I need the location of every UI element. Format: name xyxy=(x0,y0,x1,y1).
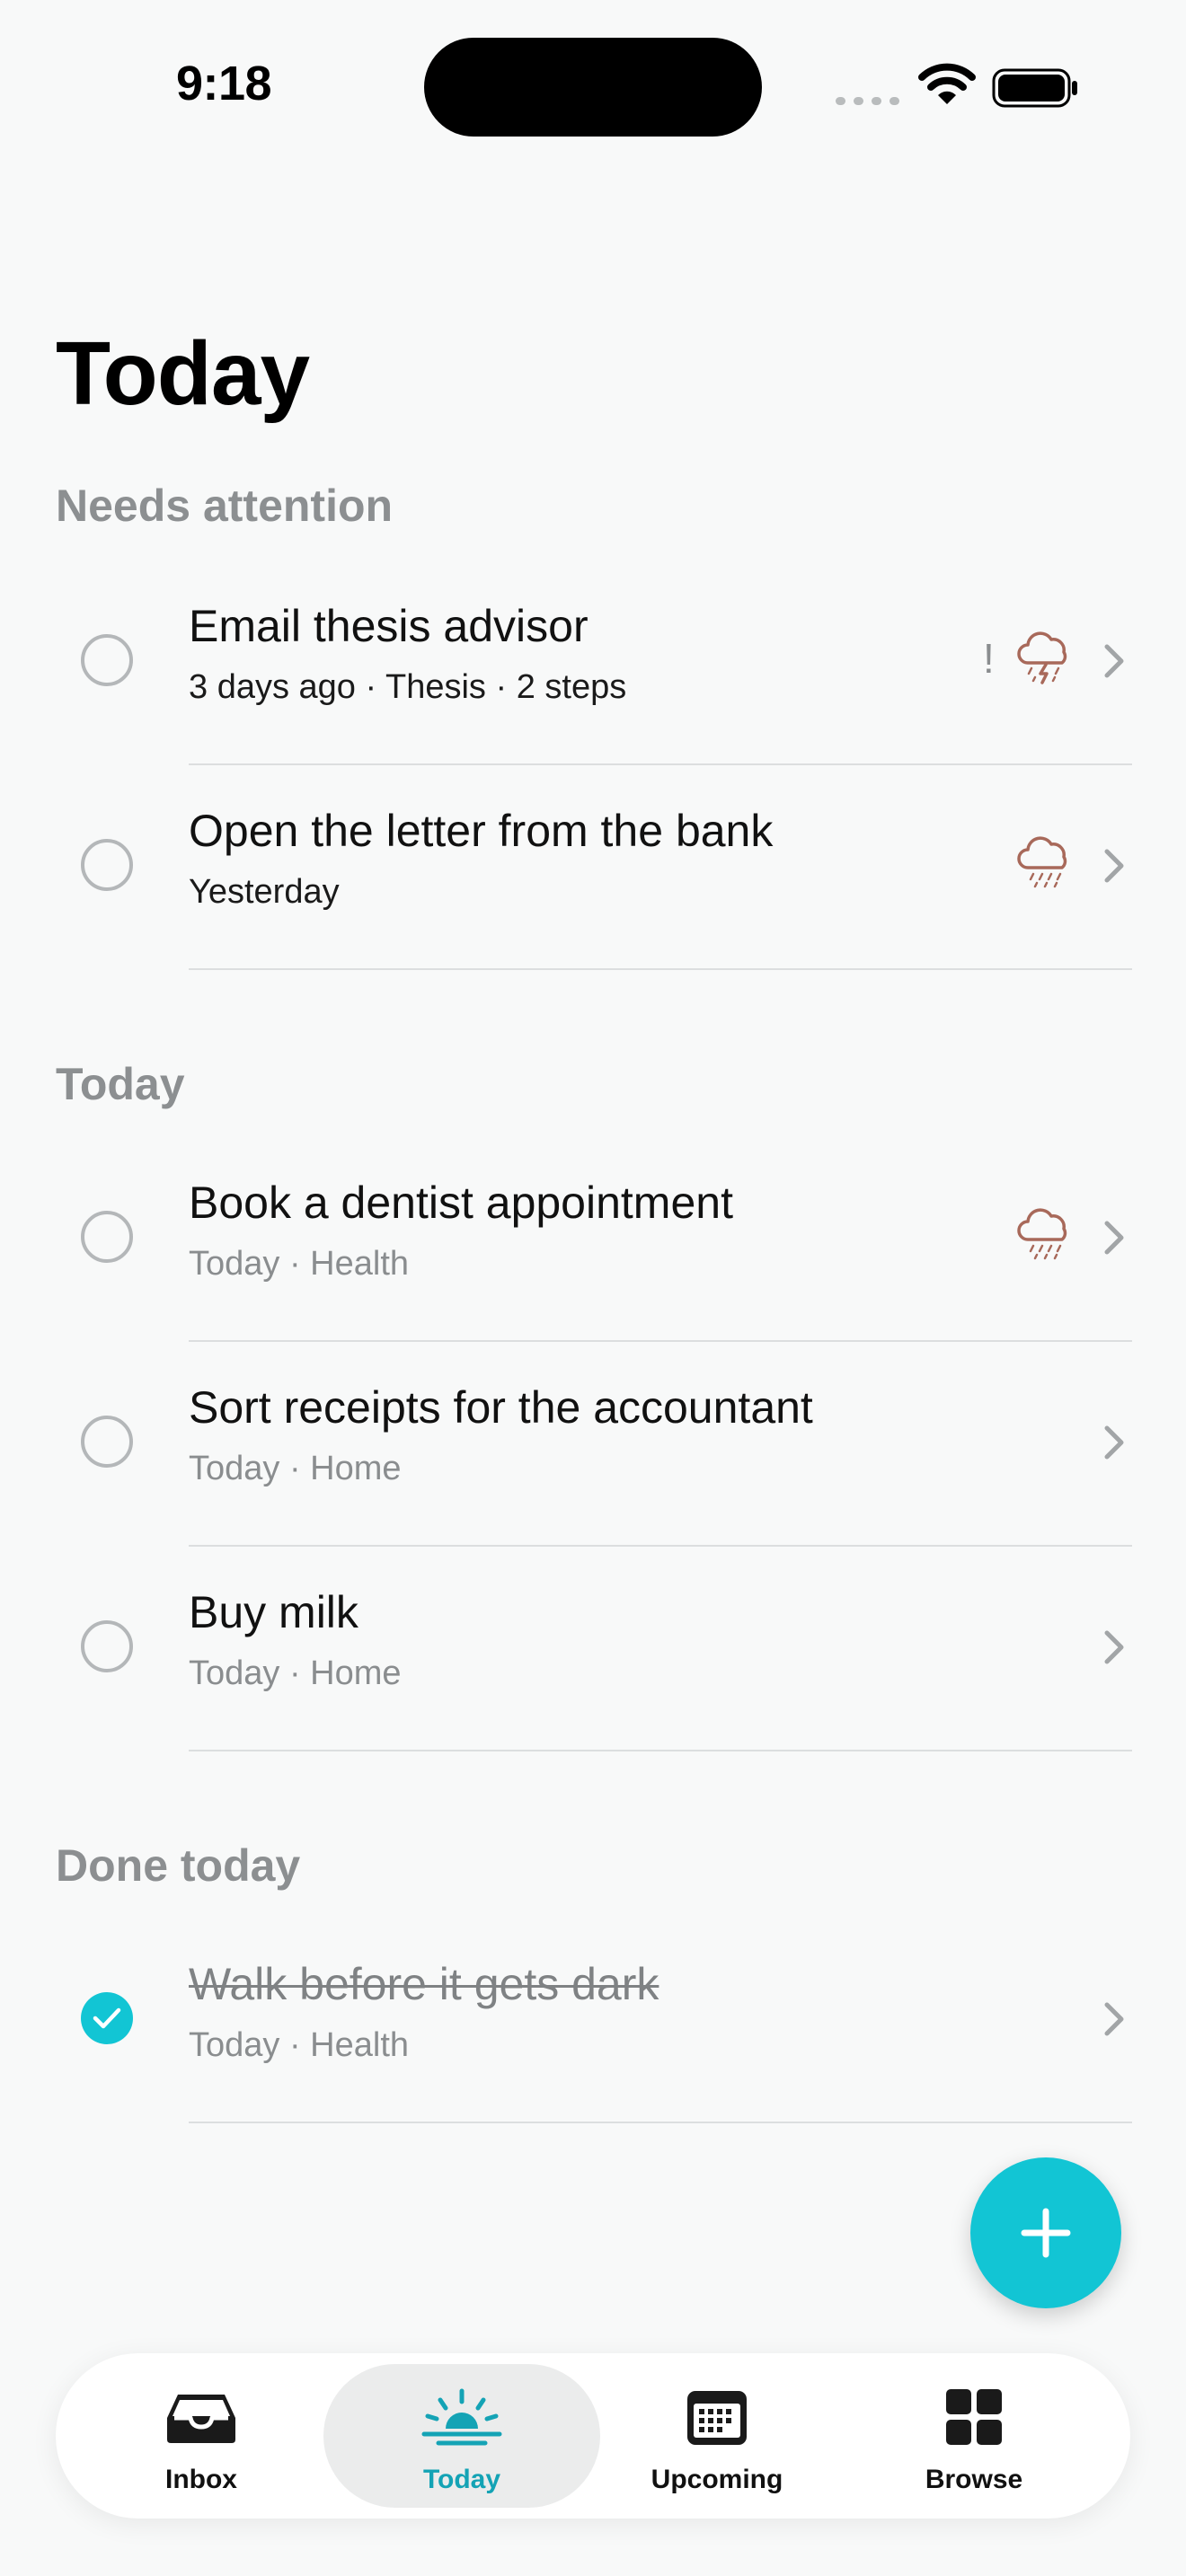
chevron-right-icon xyxy=(1104,2002,1124,2036)
chevron-right-icon xyxy=(1104,1630,1124,1664)
task-row[interactable]: Open the letter from the bank Yesterday xyxy=(0,765,1186,970)
page-title: Today xyxy=(56,323,310,424)
section-header-needs-attention: Needs attention xyxy=(56,481,394,531)
task-meta: 3 days ago · Thesis · 2 steps xyxy=(189,668,627,706)
tab-bar: Inbox Today Upcoming Browse xyxy=(56,2353,1130,2519)
calendar-icon xyxy=(687,2391,747,2445)
tab-label: Upcoming xyxy=(651,2465,783,2494)
status-time: 9:18 xyxy=(176,57,272,110)
task-checkbox[interactable] xyxy=(81,1416,133,1468)
section-header-today: Today xyxy=(56,1059,185,1109)
plus-icon xyxy=(1021,2208,1071,2258)
task-title: Email thesis advisor xyxy=(189,601,589,651)
task-checkbox[interactable] xyxy=(81,1620,133,1672)
task-checkbox[interactable] xyxy=(81,839,133,891)
section-header-done-today: Done today xyxy=(56,1840,301,1891)
tab-label: Browse xyxy=(925,2465,1023,2494)
task-checkbox[interactable] xyxy=(81,634,133,686)
chevron-right-icon xyxy=(1104,644,1124,678)
task-title: Walk before it gets dark xyxy=(189,1959,659,2009)
tab-inbox[interactable]: Inbox xyxy=(63,2364,340,2508)
wifi-icon xyxy=(918,63,976,104)
task-meta: Today · Home xyxy=(189,1654,402,1692)
add-task-button[interactable] xyxy=(970,2157,1121,2308)
chevron-right-icon xyxy=(1104,849,1124,883)
task-row[interactable]: Sort receipts for the accountant Today ·… xyxy=(0,1342,1186,1547)
task-title: Book a dentist appointment xyxy=(189,1178,733,1228)
task-title: Open the letter from the bank xyxy=(189,806,774,856)
checkmark-icon xyxy=(93,2007,121,2029)
battery-icon xyxy=(992,68,1077,108)
task-row[interactable]: Buy milk Today · Home xyxy=(0,1547,1186,1751)
grid-icon xyxy=(946,2389,1002,2445)
row-divider xyxy=(189,1750,1132,1751)
tab-browse[interactable]: Browse xyxy=(836,2364,1112,2508)
dynamic-island xyxy=(424,38,762,137)
task-title: Sort receipts for the accountant xyxy=(189,1382,813,1433)
task-checkbox-checked[interactable] xyxy=(81,1992,133,2044)
row-divider xyxy=(189,968,1132,970)
tab-upcoming[interactable]: Upcoming xyxy=(579,2364,855,2508)
priority-flag: ! xyxy=(983,635,995,682)
task-meta: Yesterday xyxy=(189,873,340,911)
row-divider xyxy=(189,2122,1132,2123)
rain-cloud-icon xyxy=(1017,836,1067,888)
task-meta: Today · Health xyxy=(189,2026,410,2064)
task-row[interactable]: Book a dentist appointment Today · Healt… xyxy=(0,1137,1186,1342)
thunderstorm-cloud-icon xyxy=(1017,631,1067,684)
cellular-signal-icon xyxy=(836,97,899,105)
task-meta: Today · Home xyxy=(189,1450,402,1487)
chevron-right-icon xyxy=(1104,1425,1124,1460)
tab-label: Today xyxy=(422,2465,501,2494)
task-row-completed[interactable]: Walk before it gets dark Today · Health xyxy=(0,1919,1186,2123)
inbox-tray-icon xyxy=(167,2395,235,2443)
task-row[interactable]: Email thesis advisor 3 days ago · Thesis… xyxy=(0,560,1186,765)
sunrise-icon xyxy=(421,2388,502,2446)
chevron-right-icon xyxy=(1104,1221,1124,1255)
task-checkbox[interactable] xyxy=(81,1211,133,1263)
task-meta: Today · Health xyxy=(189,1245,410,1283)
tab-today[interactable]: Today xyxy=(323,2364,600,2508)
rain-cloud-icon xyxy=(1017,1208,1067,1260)
task-title: Buy milk xyxy=(189,1587,358,1637)
tab-label: Inbox xyxy=(165,2465,237,2494)
